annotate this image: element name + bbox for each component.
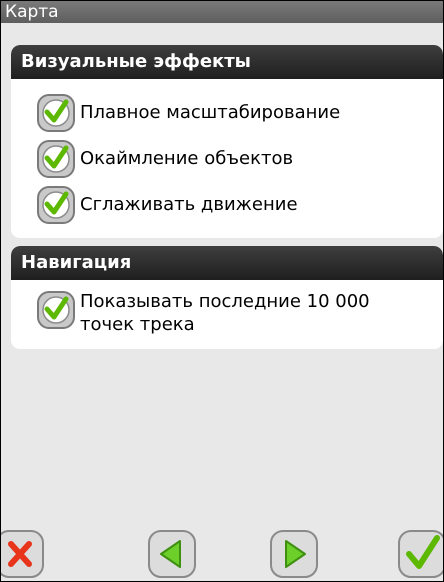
- checkmark-icon[interactable]: [397, 529, 444, 579]
- checkbox-checked-icon: [37, 94, 75, 132]
- checkbox-label: Сглаживать движение: [80, 194, 298, 215]
- navigation-header: Навигация: [11, 246, 443, 280]
- checkbox-label-line1: Показывать последние 10 000: [80, 291, 370, 312]
- arrow-left-icon[interactable]: [147, 529, 197, 579]
- checkbox-smooth-motion[interactable]: Сглаживать движение: [36, 185, 298, 225]
- visual-effects-group: Визуальные эффекты Плавное масштабирован…: [11, 45, 443, 238]
- checkbox-label: Окаймление объектов: [80, 148, 294, 169]
- checkbox-label: Плавное масштабирование: [80, 102, 341, 123]
- checkbox-object-outline[interactable]: Окаймление объектов: [36, 139, 293, 179]
- bottom-toolbar: [1, 519, 443, 581]
- arrow-right-icon[interactable]: [269, 529, 319, 579]
- checkbox-checked-icon: [37, 140, 75, 178]
- checkbox-checked-icon: [37, 291, 75, 329]
- checkbox-label-line2: точек трека: [80, 314, 195, 335]
- navigation-group: Навигация Показывать последние 10 000 то…: [11, 246, 443, 349]
- checkbox-smooth-scaling[interactable]: Плавное масштабирование: [36, 93, 340, 133]
- checkbox-checked-icon: [37, 186, 75, 224]
- visual-effects-header: Визуальные эффекты: [11, 45, 443, 79]
- settings-window: Карта Визуальные эффекты Плавное масштаб…: [0, 0, 444, 582]
- checkbox-track-points[interactable]: Показывать последние 10 000 точек трека: [36, 290, 370, 336]
- checkbox-label: Показывать последние 10 000 точек трека: [80, 290, 370, 336]
- window-title: Карта: [1, 1, 443, 23]
- x-icon[interactable]: [0, 529, 45, 579]
